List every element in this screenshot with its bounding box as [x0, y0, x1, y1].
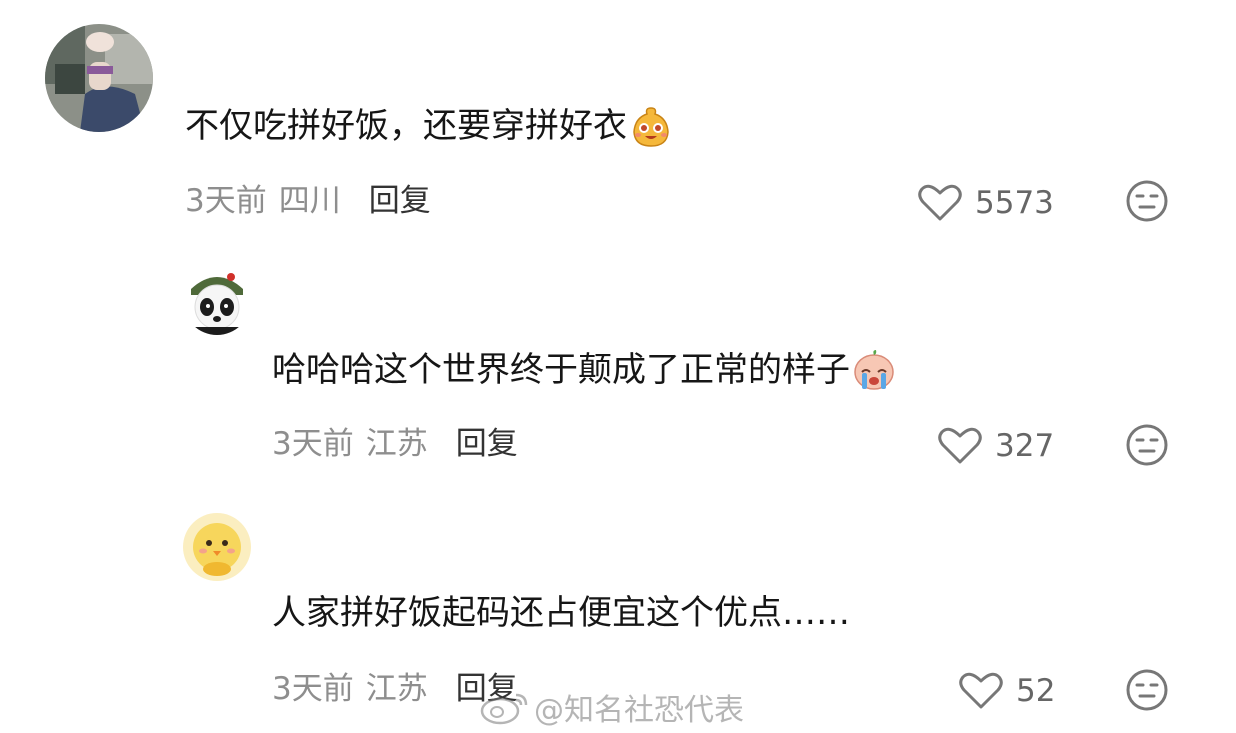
- comment-location: 江苏: [365, 426, 428, 462]
- heart-icon: [959, 672, 1003, 709]
- comment-location: 江苏: [365, 671, 428, 707]
- comment-meta: 3天前 江苏 回复: [272, 426, 518, 462]
- dislike-face-icon[interactable]: [1125, 668, 1169, 712]
- comment-item: 哈哈哈这个世界终于颠成了正常的样子 3天前 江苏 回复 327: [0, 240, 1236, 485]
- comment-text: 不仅吃拼好饭，还要穿拼好衣: [185, 104, 673, 148]
- dislike-face-icon[interactable]: [1125, 423, 1169, 467]
- dislike-face-icon[interactable]: [1125, 179, 1169, 223]
- like-count: 327: [995, 428, 1055, 464]
- comment-time: 3天前: [185, 183, 267, 219]
- comment-time: 3天前: [272, 671, 354, 707]
- avatar[interactable]: [45, 24, 153, 132]
- comment-text: 哈哈哈这个世界终于颠成了正常的样子: [272, 348, 896, 392]
- comment-item: 不仅吃拼好饭，还要穿拼好衣 3天前 四川 回复 5573: [0, 0, 1236, 240]
- happy-face-sticker-icon: [633, 107, 669, 147]
- crying-baby-sticker-icon: [854, 350, 894, 390]
- avatar[interactable]: [183, 513, 251, 581]
- heart-icon: [938, 427, 982, 464]
- like-count: 52: [1016, 673, 1056, 709]
- comment-text: 人家拼好饭起码还占便宜这个优点……: [272, 593, 850, 633]
- reply-button[interactable]: 回复: [456, 426, 518, 462]
- like-count: 5573: [975, 185, 1054, 221]
- reply-button[interactable]: 回复: [369, 183, 431, 219]
- comment-meta: 3天前 四川 回复: [185, 183, 431, 219]
- watermark: @知名社恐代表: [480, 685, 744, 729]
- avatar[interactable]: [183, 267, 251, 335]
- like-button[interactable]: 52: [958, 671, 1055, 711]
- like-button[interactable]: 327: [937, 426, 1054, 466]
- like-button[interactable]: 5573: [917, 183, 1054, 223]
- comment-time: 3天前: [272, 426, 354, 462]
- weibo-logo-icon: [480, 693, 528, 725]
- heart-icon: [918, 184, 962, 221]
- comment-location: 四川: [278, 183, 341, 219]
